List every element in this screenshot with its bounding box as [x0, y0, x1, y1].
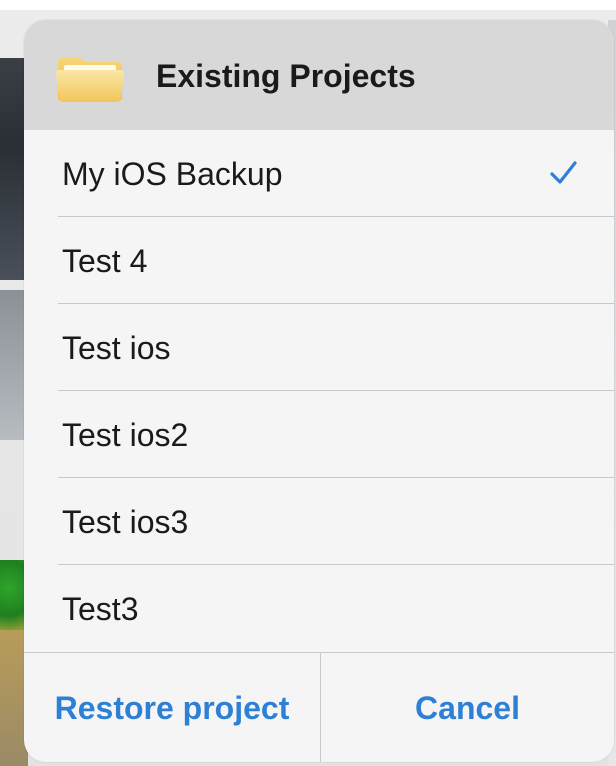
- cancel-button[interactable]: Cancel: [321, 653, 614, 762]
- project-row-test-ios[interactable]: Test ios: [24, 304, 614, 391]
- project-row-test3[interactable]: Test3: [24, 565, 614, 652]
- project-row-test-ios2[interactable]: Test ios2: [24, 391, 614, 478]
- project-row-my-ios-backup[interactable]: My iOS Backup: [24, 130, 614, 217]
- project-row-test-ios3[interactable]: Test ios3: [24, 478, 614, 565]
- project-label: Test 4: [62, 243, 148, 279]
- project-label: Test3: [62, 591, 139, 627]
- background-left-panel: [0, 58, 24, 280]
- dialog-header: Existing Projects: [24, 20, 614, 130]
- dialog-actions: Restore project Cancel: [24, 652, 614, 762]
- checkmark-icon: [550, 161, 577, 184]
- project-row-test-4[interactable]: Test 4: [24, 217, 614, 304]
- restore-project-button[interactable]: Restore project: [24, 653, 320, 762]
- dialog-title: Existing Projects: [156, 58, 416, 94]
- project-label: Test ios3: [62, 504, 189, 540]
- folder-icon: [56, 57, 124, 102]
- project-label: My iOS Backup: [62, 156, 283, 192]
- background-top-strip: [0, 0, 616, 10]
- project-list: My iOS Backup Test 4 Test ios Test ios2 …: [24, 130, 614, 652]
- project-label: Test ios: [62, 330, 171, 366]
- existing-projects-dialog: Existing Projects My iOS Backup Test 4 T…: [24, 20, 614, 762]
- project-label: Test ios2: [62, 417, 189, 453]
- background-left-panel-mid: [0, 290, 24, 440]
